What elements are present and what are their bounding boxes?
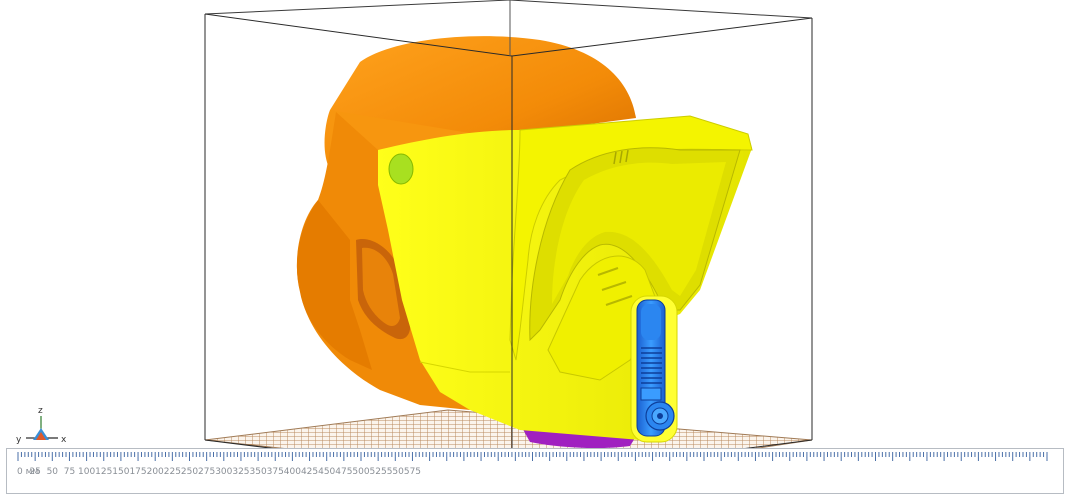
ruler-label: 75 [64, 467, 75, 477]
axis-z-label: z [38, 406, 43, 416]
ruler-label: 325 [232, 467, 249, 477]
build-box-back [204, 0, 813, 19]
ruler-label: 475 [335, 467, 352, 477]
ruler-ticks [17, 452, 1048, 461]
ruler-label: 300 [215, 467, 232, 477]
ruler-label: 550 [387, 467, 404, 477]
ruler-label: 225 [164, 467, 181, 477]
ruler-label: 375 [267, 467, 284, 477]
ruler-label: 350 [250, 467, 267, 477]
ruler-label: 275 [198, 467, 215, 477]
axis-x-label: x [61, 435, 67, 445]
ruler-label: 500 [352, 467, 369, 477]
ruler-label: 200 [147, 467, 164, 477]
ruler-label: 100 [78, 467, 95, 477]
measurement-ruler[interactable]: 0 мм 25 50 75 100 125 150 175 200 225 250 275 300 32… [6, 448, 1064, 494]
ruler-label: 575 [404, 467, 421, 477]
side-dot [388, 153, 414, 185]
3d-viewport[interactable]: z y x [0, 0, 1067, 500]
ruler-label: 525 [370, 467, 387, 477]
ruler-label: 150 [112, 467, 129, 477]
ruler-label: 450 [318, 467, 335, 477]
ruler-label: 125 [95, 467, 112, 477]
ruler-label: 25 [29, 467, 40, 477]
ear-rangefinder-stalk [630, 295, 678, 443]
ruler-label: 250 [181, 467, 198, 477]
ruler-label: 400 [284, 467, 301, 477]
axis-y-label: y [16, 435, 22, 445]
axis-gizmo[interactable]: z y x [16, 406, 67, 445]
ruler-label: 50 [47, 467, 59, 477]
ruler-label: 175 [129, 467, 146, 477]
ruler-label: 425 [301, 467, 318, 477]
